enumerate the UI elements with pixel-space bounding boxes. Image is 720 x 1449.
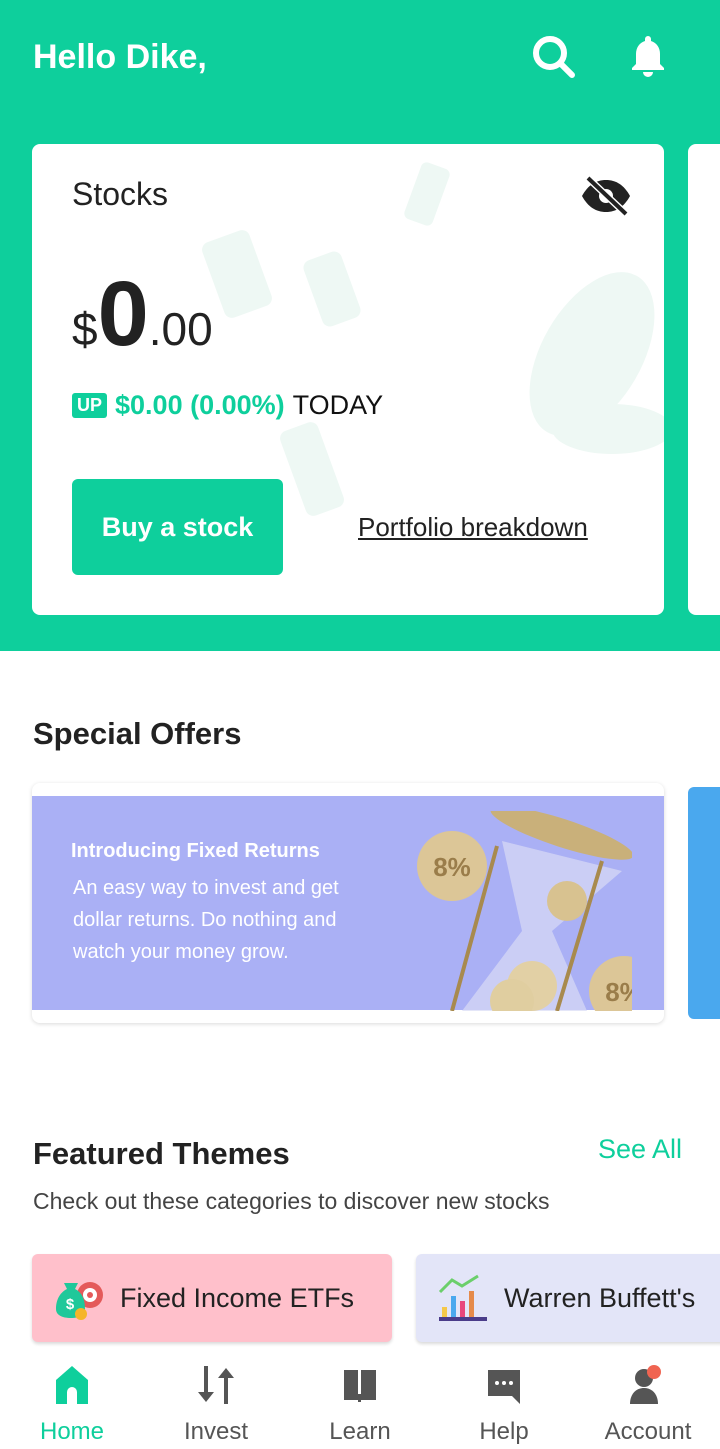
themes-subtitle: Check out these categories to discover n… (33, 1188, 550, 1214)
money-bag-icon: $ (56, 1282, 103, 1320)
theme-fixed-income-etfs[interactable]: $ Fixed Income ETFs (32, 1254, 392, 1342)
user-icon (630, 1365, 661, 1404)
nav-label: Help (479, 1418, 529, 1445)
nav-account[interactable]: Account (576, 1356, 720, 1449)
special-offers-title: Special Offers (33, 716, 242, 751)
bottom-nav: Home Invest Learn Help Account (0, 1356, 720, 1449)
buy-stock-button[interactable]: Buy a stock (72, 479, 283, 575)
arrows-up-down-icon (198, 1366, 234, 1404)
currency-symbol: $ (72, 303, 98, 355)
bell-icon[interactable] (624, 32, 672, 80)
portfolio-balance: $0.00 (72, 262, 213, 367)
nav-label: Home (39, 1418, 105, 1445)
nav-label: Learn (329, 1418, 391, 1445)
notification-dot (647, 1365, 661, 1379)
coin-badge: 8% (433, 852, 471, 882)
portfolio-breakdown-link[interactable]: Portfolio breakdown (358, 512, 588, 543)
portfolio-card: Stocks $0.00 UP $0.00 (0.00%) TODAY Buy … (32, 144, 664, 615)
theme-label: Fixed Income ETFs (120, 1282, 355, 1313)
greeting: Hello Dike, (33, 38, 207, 76)
offer-text: An easy way to invest and get dollar ret… (73, 877, 339, 963)
offer-banner: Introducing Fixed Returns An easy way to… (32, 796, 664, 1011)
featured-themes-title: Featured Themes (33, 1136, 290, 1171)
offer-title: Introducing Fixed Returns (71, 840, 320, 862)
up-badge: UP (72, 393, 108, 418)
search-icon[interactable] (529, 32, 577, 80)
theme-warren-buffetts[interactable]: Warren Buffett's (416, 1254, 720, 1342)
hourglass-coins-illustration: 8% 8% (417, 811, 632, 1011)
portfolio-title: Stocks (72, 176, 169, 212)
home-icon (56, 1366, 88, 1404)
offer-card[interactable]: Introducing Fixed Returns An easy way to… (32, 783, 664, 1023)
nav-learn[interactable]: Learn (288, 1356, 432, 1449)
header: Hello Dike, Stocks $0.00 UP $0.00 (0.00%… (0, 0, 720, 651)
balance-decimal: .00 (148, 303, 213, 355)
nav-home[interactable]: Home (0, 1356, 144, 1449)
coin-badge: 8% (605, 977, 632, 1007)
nav-help[interactable]: Help (432, 1356, 576, 1449)
next-offer-peek[interactable] (688, 787, 720, 1019)
theme-label: Warren Buffett's (504, 1282, 696, 1313)
book-icon (344, 1370, 376, 1402)
nav-invest[interactable]: Invest (144, 1356, 288, 1449)
next-card-peek[interactable] (688, 144, 720, 615)
nav-label: Account (604, 1418, 692, 1445)
change-period: TODAY (292, 390, 384, 420)
eye-off-icon[interactable] (580, 174, 632, 218)
see-all-link[interactable]: See All (598, 1134, 682, 1165)
svg-text:$: $ (66, 1296, 75, 1313)
balance-whole: 0 (97, 263, 149, 365)
daily-change: UP $0.00 (0.00%) TODAY (72, 390, 383, 421)
change-value: $0.00 (0.00%) (115, 390, 285, 420)
nav-label: Invest (183, 1418, 249, 1445)
chat-icon (488, 1370, 520, 1404)
growth-chart-icon (438, 1274, 487, 1321)
